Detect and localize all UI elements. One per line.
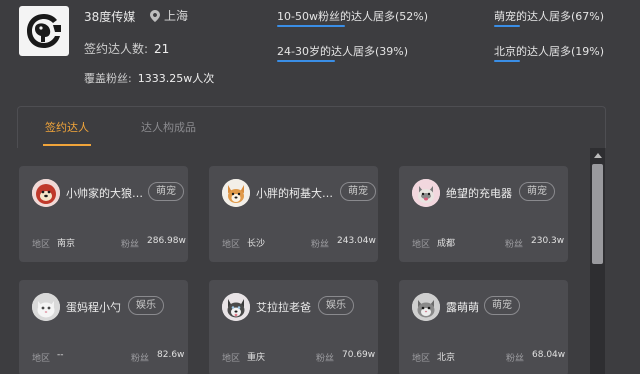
avatar [412, 293, 440, 321]
husky-avatar-icon [222, 293, 250, 321]
stat-highlight: 10-50w [277, 10, 318, 23]
location-pin-icon [150, 9, 160, 22]
fans-value: 243.04w [337, 236, 376, 246]
signed-value: 21 [154, 42, 170, 56]
fans-value: 286.98w [147, 236, 186, 246]
fans-label: 粉丝 [506, 354, 525, 364]
coverage-value: 1333.25w人次 [137, 72, 215, 85]
stat-region: 北京的达人居多(19%) [494, 43, 605, 62]
signed-label: 签约达人数: [84, 42, 149, 56]
creator-card[interactable]: 小胖的柯基大… 萌宠 地区 长沙 粉丝 243.04w [209, 166, 378, 262]
creator-card[interactable]: 绝望的充电器 萌宠 地区 成都 粉丝 230.3w [399, 166, 568, 262]
stat-underline [277, 25, 345, 27]
creator-name: 小帅家的大狼… [66, 187, 143, 200]
creator-name: 小胖的柯基大… [256, 187, 333, 200]
cat-avatar-icon [412, 179, 440, 207]
category-tag: 萌宠 [148, 182, 184, 201]
region-label: 地区 [222, 354, 241, 364]
stat-underline [494, 25, 520, 27]
location-text: 上海 [164, 9, 189, 23]
fans-value: 82.6w [157, 350, 185, 360]
region-value: 长沙 [247, 239, 266, 249]
coverage-label: 覆盖粉丝: [84, 72, 132, 85]
category-tag: 萌宠 [519, 182, 555, 201]
region-value: 重庆 [247, 353, 266, 363]
stat-highlight: 北京 [494, 45, 516, 58]
tab-bar: 签约达人 达人构成品 [17, 106, 606, 148]
vertical-scrollbar[interactable] [590, 148, 605, 374]
tab-label: 达人构成品 [141, 121, 196, 134]
fans-label: 粉丝 [121, 240, 140, 250]
stat-category: 萌宠的达人居多(67%) [494, 8, 605, 27]
region-value: 北京 [437, 353, 456, 363]
fans-label: 粉丝 [505, 240, 524, 250]
stat-text: 岁的达人居多(39%) [308, 45, 409, 58]
stat-underline [494, 60, 520, 62]
active-tab-indicator [43, 144, 91, 146]
fan-coverage: 覆盖粉丝: 1333.25w人次 [84, 70, 214, 86]
scroll-thumb[interactable] [592, 164, 603, 264]
corgi-avatar-icon [222, 179, 250, 207]
stat-fans-range: 10-50w粉丝的达人居多(52%) [277, 8, 429, 27]
avatar [32, 179, 60, 207]
fans-label: 粉丝 [311, 240, 330, 250]
category-tag: 娱乐 [318, 296, 354, 315]
stat-age-range: 24-30岁的达人居多(39%) [277, 43, 409, 62]
company-name: 38度传媒 [84, 10, 136, 24]
avatar [222, 179, 250, 207]
region-label: 地区 [32, 240, 51, 250]
creator-name: 蛋妈程小勺 [66, 301, 121, 314]
fans-label: 粉丝 [316, 354, 335, 364]
company-logo [19, 6, 69, 56]
stat-highlight: 萌宠 [494, 10, 516, 23]
creator-name: 艾拉拉老爸 [256, 301, 311, 314]
avatar [32, 293, 60, 321]
creator-name: 露萌萌 [446, 301, 479, 314]
region-value: 成都 [437, 239, 456, 249]
creator-card[interactable]: 露萌萌 萌宠 地区 北京 粉丝 68.04w [399, 280, 568, 374]
avatar [412, 179, 440, 207]
category-tag: 娱乐 [128, 296, 164, 315]
creator-card[interactable]: 小帅家的大狼… 萌宠 地区 南京 粉丝 286.98w [19, 166, 188, 262]
signed-count: 签约达人数: 21 [84, 40, 169, 57]
cat-avatar-icon [32, 293, 60, 321]
stat-highlight: 24-30 [277, 45, 309, 58]
region-label: 地区 [222, 240, 241, 250]
tab-creator-composition[interactable]: 达人构成品 [141, 119, 196, 135]
avatar [222, 293, 250, 321]
elephant-logo-icon [27, 14, 61, 48]
region-value: -- [57, 350, 64, 360]
fans-value: 230.3w [531, 236, 565, 246]
creator-name: 绝望的充电器 [446, 187, 512, 200]
creator-card[interactable]: 艾拉拉老爸 娱乐 地区 重庆 粉丝 70.69w [209, 280, 378, 374]
region-label: 地区 [412, 354, 431, 364]
scroll-up-arrow-icon[interactable] [590, 148, 605, 162]
tab-label: 签约达人 [45, 121, 89, 134]
stat-underline [277, 60, 335, 62]
tab-signed-creators[interactable]: 签约达人 [43, 119, 91, 146]
stat-text: 的达人居多(19%) [516, 45, 605, 58]
stat-text: 粉丝的达人居多(52%) [317, 10, 429, 23]
region-label: 地区 [412, 240, 431, 250]
category-tag: 萌宠 [484, 296, 520, 315]
stat-text: 的达人居多(67%) [516, 10, 605, 23]
company-location: 上海 [150, 7, 188, 24]
region-value: 南京 [57, 239, 76, 249]
fans-value: 70.69w [342, 350, 376, 360]
fans-value: 68.04w [532, 350, 566, 360]
region-label: 地区 [32, 354, 51, 364]
cat-avatar-icon [412, 293, 440, 321]
category-tag: 萌宠 [340, 182, 376, 201]
fans-label: 粉丝 [131, 354, 150, 364]
creator-card[interactable]: 蛋妈程小勺 娱乐 地区 -- 粉丝 82.6w [19, 280, 188, 374]
dog-avatar-icon [32, 179, 60, 207]
